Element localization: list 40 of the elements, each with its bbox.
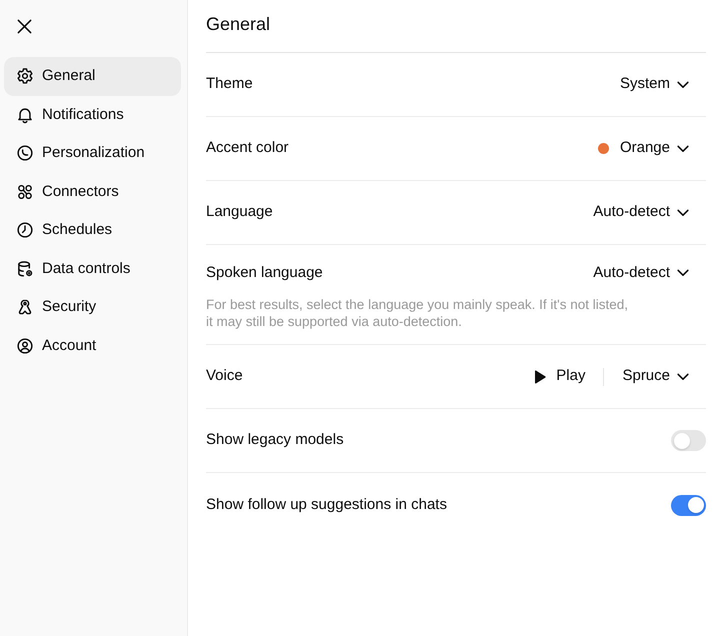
dropdown-button[interactable]: Orange [588, 132, 706, 164]
panel-title: General [206, 12, 270, 36]
sidebar-item[interactable]: Schedules [4, 211, 181, 250]
play-icon [534, 370, 546, 384]
chevron-down-icon [677, 80, 689, 88]
dropdown-button[interactable]: Spruce [612, 360, 706, 392]
hint-text: For best results, select the language you mainly speak. If it's not listed, it may still be supported via auto-detection. [206, 296, 630, 330]
setting-label: Show follow up suggestions in chats [206, 494, 447, 515]
gear-icon [16, 67, 34, 86]
toggle-switch[interactable] [671, 430, 706, 451]
setting-label: Spoken language [206, 262, 323, 283]
sidebar-item[interactable]: Data controls [4, 250, 181, 288]
chevron-down-icon [677, 269, 689, 277]
sidebar-item[interactable]: Notifications [4, 96, 181, 134]
sidebar-item[interactable]: Account [4, 326, 181, 365]
connector-circles-icon [16, 182, 34, 201]
dropdown-button[interactable]: Auto-detect [583, 257, 706, 289]
sidebar-item[interactable]: General [4, 57, 181, 96]
database-gear-icon [16, 260, 34, 278]
dropdown-button[interactable]: Auto-detect [583, 196, 706, 228]
sidebar-item[interactable]: Connectors [4, 172, 181, 211]
user-circle-icon [16, 336, 34, 355]
toggle-switch[interactable] [671, 494, 706, 516]
setting-label: Show legacy models [206, 430, 344, 450]
chevron-down-icon [677, 208, 689, 216]
play-button[interactable]: Play [528, 360, 592, 392]
setting-label: Voice [206, 366, 243, 386]
sidebar-item[interactable]: Personalization [4, 134, 181, 172]
setting-label: Accent color [206, 138, 289, 158]
clock-icon [16, 221, 34, 240]
setting-label: Language [206, 202, 273, 222]
bell-icon [16, 106, 34, 124]
close-icon [16, 18, 32, 34]
dropdown-button[interactable]: System [610, 68, 706, 100]
chevron-down-icon [677, 372, 689, 380]
sidebar-item[interactable]: Security [4, 288, 181, 326]
chevron-down-icon [677, 144, 689, 152]
circle-curve-icon [16, 144, 34, 162]
setting-label: Theme [206, 74, 253, 94]
keyhole-icon [16, 298, 34, 316]
